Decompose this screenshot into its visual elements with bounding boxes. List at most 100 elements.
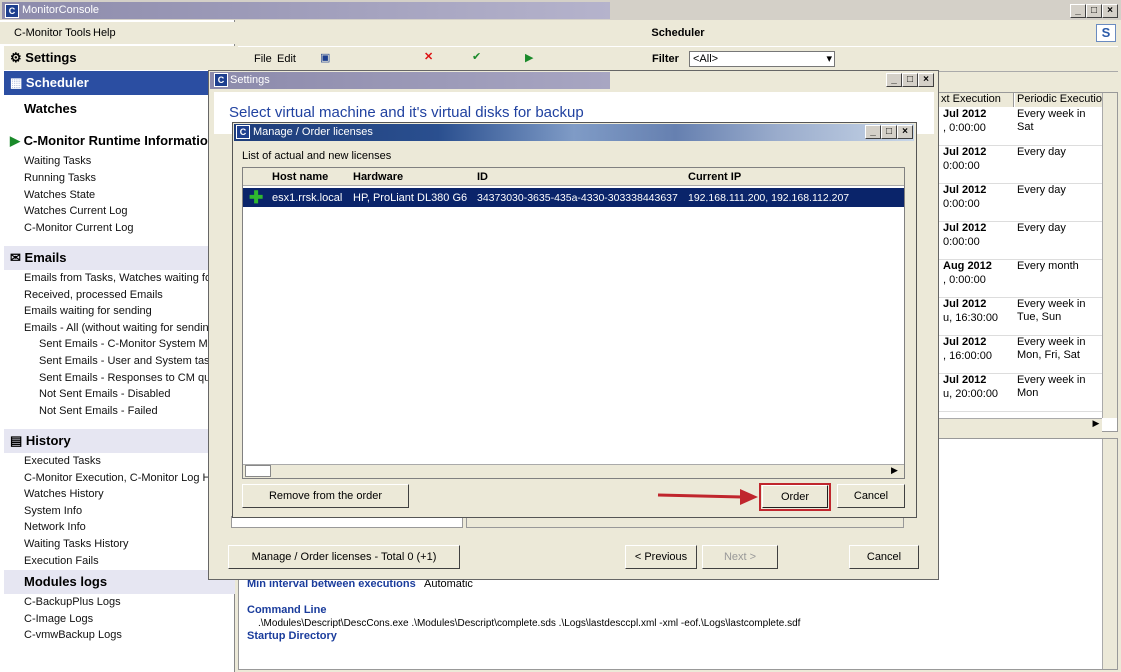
startup-directory-label: Startup Directory <box>247 630 337 642</box>
menu-help[interactable]: Help <box>93 27 116 39</box>
schedule-row-time: , 16:00:00 <box>943 350 992 362</box>
sidebar-item-emails-all[interactable]: Emails - All (without waiting for sendin… <box>24 322 218 334</box>
settings-cancel-button[interactable]: Cancel <box>849 545 919 569</box>
delete-icon[interactable]: ✕ <box>424 50 433 63</box>
sidebar-item-waiting-history[interactable]: Waiting Tasks History <box>24 538 129 550</box>
maximize-button[interactable]: □ <box>1086 4 1102 18</box>
run-icon[interactable]: ▶ <box>525 51 533 64</box>
sidebar-modules[interactable]: Modules logs <box>4 570 235 594</box>
command-line-label: Command Line <box>247 604 327 616</box>
licenses-scroll-thumb[interactable] <box>245 465 271 477</box>
sidebar-settings-label: Settings <box>25 50 77 65</box>
col-hardware[interactable]: Hardware <box>353 171 403 183</box>
sidebar-item-waiting-tasks[interactable]: Waiting Tasks <box>24 155 91 167</box>
manage-licenses-button[interactable]: Manage / Order licenses - Total 0 (+1) <box>228 545 460 569</box>
sidebar-item-sent-user[interactable]: Sent Emails - User and System tasks R <box>39 355 209 367</box>
order-button[interactable]: Order <box>762 485 828 508</box>
sidebar-item-watches-log[interactable]: Watches Current Log <box>24 205 128 217</box>
settings-close-button[interactable]: × <box>918 73 934 87</box>
sidebar-history[interactable]: ▤ History <box>4 429 235 453</box>
sidebar-settings[interactable]: ⚙ Settings <box>4 46 235 70</box>
licenses-cancel-button[interactable]: Cancel <box>837 484 905 508</box>
grid-hscrollbar[interactable] <box>939 418 1102 432</box>
licenses-logo-icon: C <box>236 125 250 139</box>
sidebar-item-sent-responses[interactable]: Sent Emails - Responses to CM querie <box>39 372 209 384</box>
sidebar-item-backupplus[interactable]: C-BackupPlus Logs <box>24 596 121 608</box>
check-icon[interactable]: ✔ <box>472 50 481 63</box>
settings-title: Settings <box>230 74 270 86</box>
sidebar-item-executed-tasks[interactable]: Executed Tasks <box>24 455 101 467</box>
sidebar-item-waiting-sending[interactable]: Emails waiting for sending <box>24 305 152 317</box>
schedule-row-time: u, 16:30:00 <box>943 312 999 324</box>
schedule-row-date: Aug 2012 <box>943 260 992 272</box>
sidebar-item-sent-system[interactable]: Sent Emails - C-Monitor System Messa <box>39 338 209 350</box>
close-button[interactable]: × <box>1102 4 1118 18</box>
sidebar-item-not-sent-failed[interactable]: Not Sent Emails - Failed <box>39 405 158 417</box>
remove-from-order-button[interactable]: Remove from the order <box>242 484 409 508</box>
sidebar-item-execution-fails[interactable]: Execution Fails <box>24 555 99 567</box>
schedule-row-period: Every month <box>1017 260 1079 272</box>
schedule-row-date: Jul 2012 <box>943 336 987 348</box>
previous-button[interactable]: < Previous <box>625 545 697 569</box>
licenses-close-button[interactable]: × <box>897 125 913 139</box>
toolbar-file[interactable]: File <box>254 53 272 65</box>
licenses-minimize-button[interactable]: _ <box>865 125 881 139</box>
next-button[interactable]: Next > <box>702 545 778 569</box>
col-current-ip[interactable]: Current IP <box>688 171 741 183</box>
sidebar-item-running-tasks[interactable]: Running Tasks <box>24 172 96 184</box>
schedule-row-period: Every week in Mon, Fri, Sat <box>1017 336 1086 361</box>
licenses-scroll-right-icon[interactable]: ▶ <box>891 465 898 476</box>
schedule-row[interactable]: Aug 2012 , 0:00:00 Every month <box>939 260 1102 298</box>
schedule-row-date: Jul 2012 <box>943 222 987 234</box>
filter-select[interactable]: <All> ▾ <box>689 51 835 67</box>
filter-label: Filter <box>652 53 679 65</box>
schedule-row-time: 0:00:00 <box>943 160 980 172</box>
sidebar-item-emails-waiting[interactable]: Emails from Tasks, Watches waiting for s… <box>24 272 209 284</box>
sidebar-item-system-info[interactable]: System Info <box>24 505 82 517</box>
schedule-row-period: Every week in Mon <box>1017 374 1086 399</box>
sidebar-scheduler[interactable]: ▦ Scheduler <box>4 71 235 95</box>
schedule-row[interactable]: Jul 2012 0:00:00 Every day <box>939 146 1102 184</box>
settings-maximize-button[interactable]: □ <box>902 73 918 87</box>
sidebar-runtime[interactable]: ▶ C-Monitor Runtime Informatio <box>4 129 235 153</box>
minimize-button[interactable]: _ <box>1070 4 1086 18</box>
licenses-hscrollbar[interactable] <box>243 464 904 478</box>
save-icon[interactable]: ▣ <box>320 51 330 64</box>
schedule-row[interactable]: Jul 2012 0:00:00 Every day <box>939 184 1102 222</box>
sidebar-item-not-sent-disabled[interactable]: Not Sent Emails - Disabled <box>39 388 170 400</box>
envelope-icon: ✉ <box>10 250 21 265</box>
col-id[interactable]: ID <box>477 171 488 183</box>
sidebar-item-watches-state[interactable]: Watches State <box>24 189 95 201</box>
col-host-name[interactable]: Host name <box>272 171 328 183</box>
schedule-row-time: 0:00:00 <box>943 198 980 210</box>
sidebar-item-execution-log[interactable]: C-Monitor Execution, C-Monitor Log Histo… <box>24 472 209 484</box>
schedule-row-date: Jul 2012 <box>943 374 987 386</box>
sidebar-item-cimage[interactable]: C-Image Logs <box>24 613 93 625</box>
licenses-maximize-button[interactable]: □ <box>881 125 897 139</box>
col-next-execution[interactable]: xt Execution <box>939 93 1014 107</box>
sidebar-item-cmonitor-log[interactable]: C-Monitor Current Log <box>24 222 133 234</box>
details-scrollbar[interactable] <box>1102 439 1117 669</box>
schedule-row-time: u, 20:00:00 <box>943 388 999 400</box>
sidebar-item-watches-history[interactable]: Watches History <box>24 488 104 500</box>
sidebar-watches[interactable]: Watches <box>24 101 77 116</box>
schedule-row[interactable]: Jul 2012 u, 16:30:00 Every week in Tue, Su… <box>939 298 1102 336</box>
toolbar-edit[interactable]: Edit <box>277 53 296 65</box>
grid-scrollbar[interactable] <box>1102 93 1117 418</box>
scroll-right-icon[interactable]: ▶ <box>1090 418 1102 432</box>
settings-minimize-button[interactable]: _ <box>886 73 902 87</box>
schedule-row-time: , 0:00:00 <box>943 274 986 286</box>
sidebar-item-vmwbackup[interactable]: C-vmwBackup Logs <box>24 629 122 641</box>
add-icon: ✚ <box>249 188 264 207</box>
schedule-row[interactable]: Jul 2012 0:00:00 Every day <box>939 222 1102 260</box>
menu-tools[interactable]: C-Monitor Tools <box>14 27 91 39</box>
sidebar-history-label: History <box>25 433 71 448</box>
sidebar-emails[interactable]: ✉ Emails <box>4 246 235 270</box>
schedule-row[interactable]: Jul 2012 , 16:00:00 Every week in Mon, Fri… <box>939 336 1102 374</box>
schedule-row-time: 0:00:00 <box>943 236 980 248</box>
schedule-row[interactable]: Jul 2012 , 0:00:00 Every week in Sat <box>939 108 1102 146</box>
sidebar-item-network-info[interactable]: Network Info <box>24 521 86 533</box>
schedule-row[interactable]: Jul 2012 u, 20:00:00 Every week in Mon <box>939 374 1102 412</box>
sidebar-item-received[interactable]: Received, processed Emails <box>24 289 163 301</box>
col-periodic-execution[interactable]: Periodic Execution <box>1015 93 1102 107</box>
